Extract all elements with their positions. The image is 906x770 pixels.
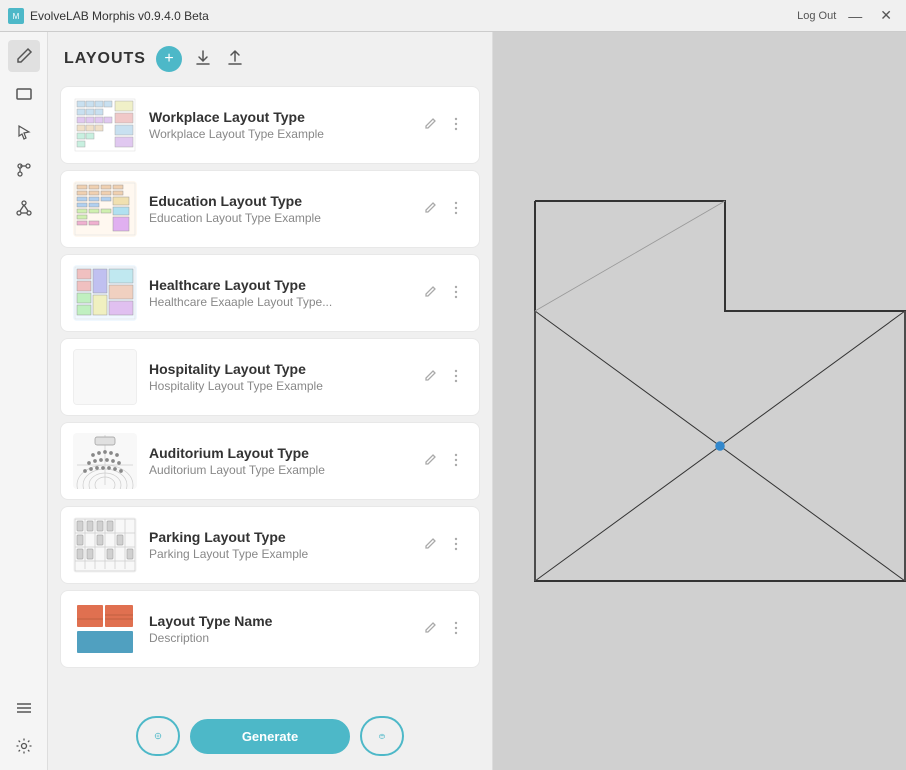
more-button[interactable]: [445, 197, 467, 222]
layout-description: Workplace Layout Type Example: [149, 127, 407, 141]
layout-actions: [419, 617, 467, 642]
export-button[interactable]: [224, 47, 246, 72]
layout-list: Workplace Layout Type Workplace Layout T…: [48, 82, 492, 702]
add-layout-button[interactable]: +: [156, 46, 182, 72]
layout-thumbnail: [73, 517, 137, 573]
canvas-area[interactable]: [493, 32, 906, 770]
more-button[interactable]: [445, 365, 467, 390]
layout-actions: [419, 365, 467, 390]
layout-description: Auditorium Layout Type Example: [149, 463, 407, 477]
layout-name: Workplace Layout Type: [149, 109, 407, 125]
layout-thumbnail: [73, 601, 137, 657]
list-item[interactable]: Hospitality Layout Type Hospitality Layo…: [60, 338, 480, 416]
import-button[interactable]: [192, 47, 214, 72]
layout-info: Workplace Layout Type Workplace Layout T…: [149, 109, 407, 141]
layout-thumbnail: [73, 265, 137, 321]
layout-description: Parking Layout Type Example: [149, 547, 407, 561]
layout-actions: [419, 113, 467, 138]
layout-actions: [419, 533, 467, 558]
layout-actions: [419, 449, 467, 474]
layout-name: Education Layout Type: [149, 193, 407, 209]
panel-footer: Generate: [48, 702, 492, 770]
svg-text:M: M: [13, 12, 20, 21]
close-button[interactable]: ✕: [874, 5, 898, 26]
cursor-button[interactable]: [136, 716, 180, 756]
layout-name: Layout Type Name: [149, 613, 407, 629]
edit-button[interactable]: [419, 617, 441, 642]
app-title: EvolveLAB Morphis v0.9.4.0 Beta: [30, 9, 791, 23]
panel-header: LAYOUTS +: [48, 32, 492, 82]
list-item[interactable]: Healthcare Layout Type Healthcare Exaapl…: [60, 254, 480, 332]
layout-name: Parking Layout Type: [149, 529, 407, 545]
layout-actions: [419, 281, 467, 306]
edit-button[interactable]: [419, 365, 441, 390]
tool-pencil[interactable]: [8, 40, 40, 72]
minimize-button[interactable]: —: [842, 6, 868, 26]
layout-actions: [419, 197, 467, 222]
more-button[interactable]: [445, 281, 467, 306]
tool-node[interactable]: [8, 192, 40, 224]
list-item[interactable]: Parking Layout Type Parking Layout Type …: [60, 506, 480, 584]
left-toolbar: [0, 32, 48, 770]
edit-button[interactable]: [419, 113, 441, 138]
tool-rectangle[interactable]: [8, 78, 40, 110]
layout-info: Layout Type Name Description: [149, 613, 407, 645]
more-button[interactable]: [445, 617, 467, 642]
app-icon: M: [8, 8, 24, 24]
edit-button[interactable]: [419, 197, 441, 222]
generate-button[interactable]: Generate: [190, 719, 350, 754]
edit-button[interactable]: [419, 533, 441, 558]
list-item[interactable]: Auditorium Layout Type Auditorium Layout…: [60, 422, 480, 500]
layout-name: Healthcare Layout Type: [149, 277, 407, 293]
main-container: LAYOUTS +: [0, 32, 906, 770]
3d-view-button[interactable]: [360, 716, 404, 756]
list-item[interactable]: Education Layout Type Education Layout T…: [60, 170, 480, 248]
layout-thumbnail: [73, 181, 137, 237]
layout-info: Healthcare Layout Type Healthcare Exaapl…: [149, 277, 407, 309]
tool-settings[interactable]: [8, 730, 40, 762]
layout-info: Education Layout Type Education Layout T…: [149, 193, 407, 225]
more-button[interactable]: [445, 113, 467, 138]
tool-pointer[interactable]: [8, 116, 40, 148]
list-item[interactable]: Workplace Layout Type Workplace Layout T…: [60, 86, 480, 164]
layout-description: Healthcare Exaaple Layout Type...: [149, 295, 407, 309]
tool-list[interactable]: [8, 692, 40, 724]
layout-name: Hospitality Layout Type: [149, 361, 407, 377]
title-bar: M EvolveLAB Morphis v0.9.4.0 Beta Log Ou…: [0, 0, 906, 32]
layout-info: Auditorium Layout Type Auditorium Layout…: [149, 445, 407, 477]
more-button[interactable]: [445, 449, 467, 474]
list-item[interactable]: Layout Type Name Description: [60, 590, 480, 668]
layout-description: Hospitality Layout Type Example: [149, 379, 407, 393]
layout-info: Parking Layout Type Parking Layout Type …: [149, 529, 407, 561]
edit-button[interactable]: [419, 449, 441, 474]
layout-description: Education Layout Type Example: [149, 211, 407, 225]
layout-name: Auditorium Layout Type: [149, 445, 407, 461]
more-button[interactable]: [445, 533, 467, 558]
panel-title: LAYOUTS: [64, 50, 146, 68]
floorplan-svg: [493, 191, 906, 611]
layout-description: Description: [149, 631, 407, 645]
layout-thumbnail: [73, 97, 137, 153]
edit-button[interactable]: [419, 281, 441, 306]
layout-thumbnail: [73, 349, 137, 405]
side-panel: LAYOUTS +: [48, 32, 493, 770]
layout-thumbnail: [73, 433, 137, 489]
layout-info: Hospitality Layout Type Hospitality Layo…: [149, 361, 407, 393]
logout-button[interactable]: Log Out: [797, 10, 836, 22]
tool-branch[interactable]: [8, 154, 40, 186]
